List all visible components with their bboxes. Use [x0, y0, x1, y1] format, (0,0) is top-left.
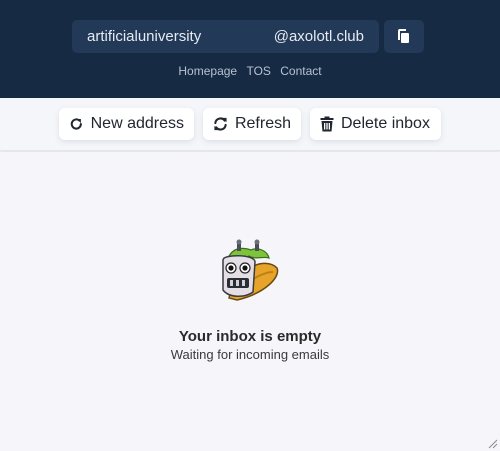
toolbar: New address Refresh Delete inbox [0, 98, 500, 151]
header: artificialuniversity @axolotl.club Homep… [0, 0, 500, 110]
email-address-field[interactable]: artificialuniversity @axolotl.club [72, 20, 379, 53]
tos-link[interactable]: TOS [246, 64, 270, 78]
copy-address-button[interactable] [384, 20, 424, 53]
new-address-button[interactable]: New address [59, 108, 194, 140]
homepage-link[interactable]: Homepage [178, 64, 237, 78]
copy-icon [398, 28, 409, 43]
inbox-area: Your inbox is empty Waiting for incoming… [0, 152, 500, 451]
refresh-icon [214, 117, 227, 131]
header-links: Homepage TOS Contact [0, 64, 500, 78]
address-domain[interactable]: @axolotl.club [274, 28, 364, 45]
refresh-label: Refresh [234, 115, 291, 132]
new-address-label: New address [90, 115, 184, 132]
empty-inbox-title: Your inbox is empty [178, 328, 322, 345]
empty-inbox-subtitle: Waiting for incoming emails [170, 347, 330, 362]
trash-icon [320, 116, 334, 132]
contact-link[interactable]: Contact [280, 64, 321, 78]
refresh-button[interactable]: Refresh [203, 108, 301, 140]
redo-icon [70, 118, 82, 130]
taco-robot-icon [222, 239, 279, 301]
address-username[interactable]: artificialuniversity [87, 28, 201, 45]
resize-grip-icon[interactable] [488, 439, 498, 449]
delete-inbox-label: Delete inbox [341, 115, 430, 132]
delete-inbox-button[interactable]: Delete inbox [310, 108, 441, 140]
